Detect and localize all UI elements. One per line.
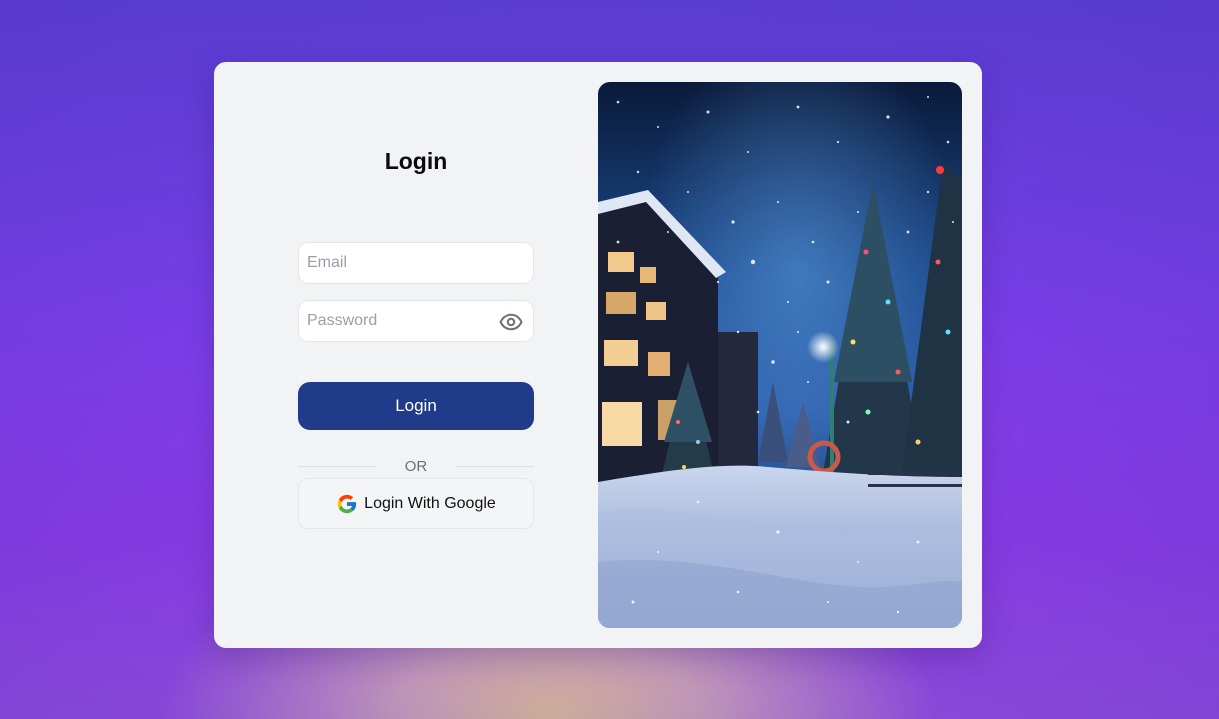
login-button[interactable]: Login: [298, 382, 534, 430]
email-field[interactable]: [298, 242, 534, 284]
page-title: Login: [384, 148, 448, 174]
password-input[interactable]: [299, 301, 487, 341]
login-form: Login Login OR: [298, 62, 534, 648]
login-card: Login Login OR: [214, 62, 982, 648]
google-button-label: Login With Google: [364, 494, 496, 512]
or-divider: OR: [298, 456, 534, 478]
eye-icon[interactable]: [499, 310, 523, 334]
google-login-button[interactable]: Login With Google: [298, 478, 534, 529]
google-icon: [336, 493, 358, 515]
email-input[interactable]: [299, 243, 487, 283]
password-field[interactable]: [298, 300, 534, 342]
divider-line-right: [456, 466, 534, 467]
winter-village-photo: [598, 82, 962, 628]
